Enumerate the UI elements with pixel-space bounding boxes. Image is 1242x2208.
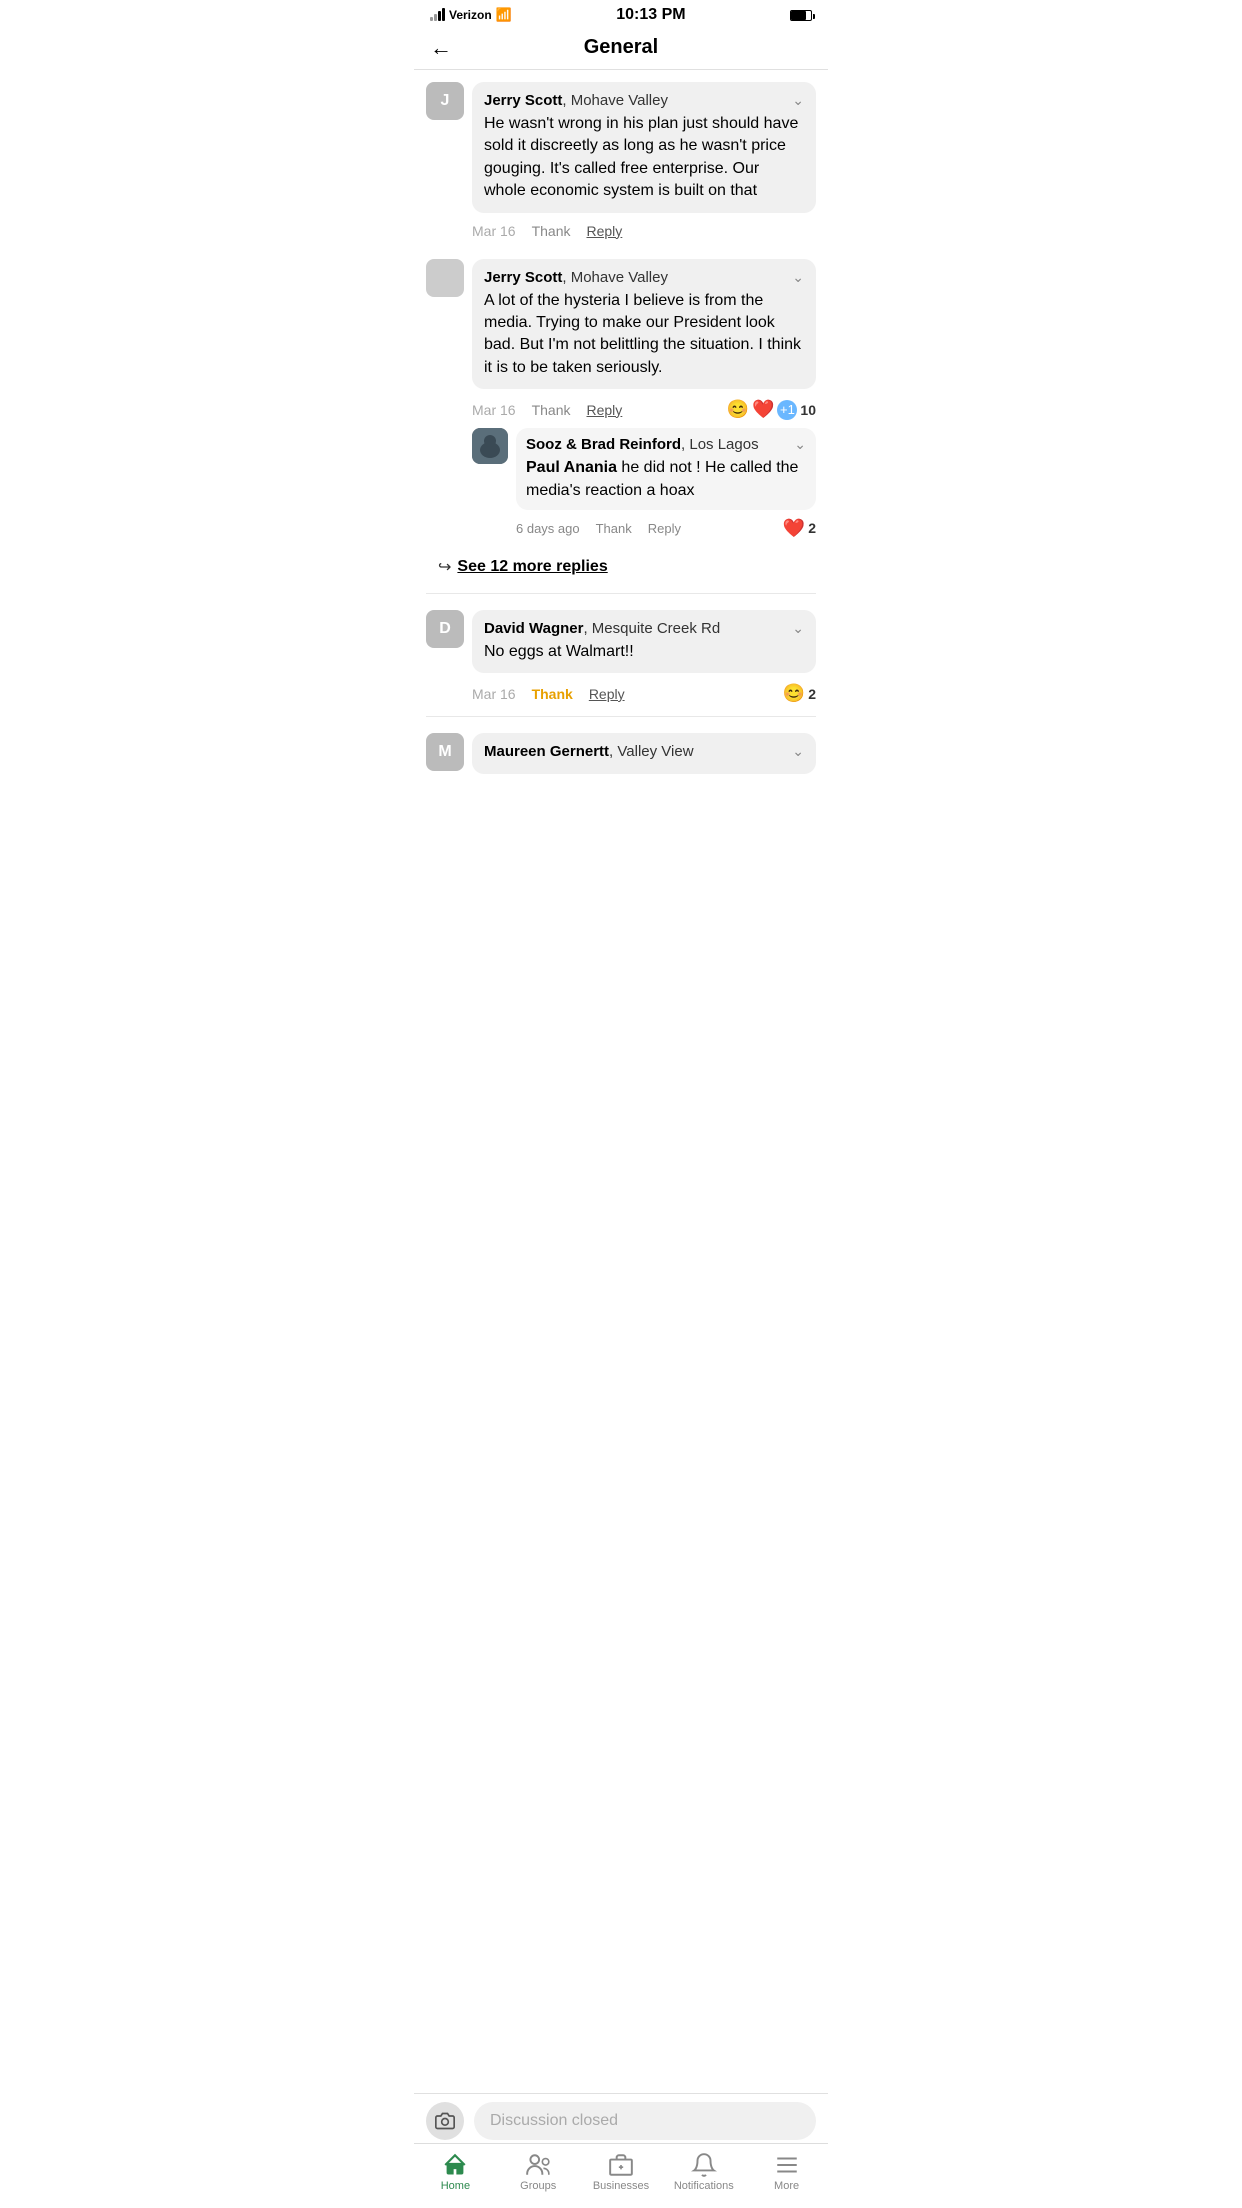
chevron-down-icon[interactable]: ⌄ (794, 436, 806, 453)
avatar: M (426, 733, 464, 771)
comment-bubble: Jerry Scott, Mohave Valley ⌄ He wasn't w… (472, 82, 816, 213)
reply-text: Paul Anania he did not ! He called the m… (526, 457, 806, 502)
chevron-down-icon[interactable]: ⌄ (792, 269, 804, 286)
reply-actions: 6 days ago Thank Reply ❤️ 2 (472, 514, 816, 545)
comment-text: He wasn't wrong in his plan just should … (484, 113, 804, 203)
reply-button[interactable]: Reply (589, 686, 625, 702)
divider (426, 593, 816, 594)
businesses-icon (608, 2152, 634, 2178)
header: ← General (414, 28, 828, 70)
reactions: 😊 2 (783, 683, 816, 704)
reply-date: 6 days ago (516, 521, 580, 536)
avatar-image (472, 428, 508, 464)
nav-more[interactable]: More (757, 2152, 817, 2192)
reaction-count: 2 (808, 520, 816, 536)
emoji-smiley: 😊 (727, 399, 749, 420)
reply-button[interactable]: Reply (587, 223, 623, 239)
reply-item: Sooz & Brad Reinford, Los Lagos ⌄ Paul A… (472, 428, 816, 510)
comment-actions: Mar 16 Thank Reply 😊 2 (426, 677, 816, 712)
more-icon (774, 2152, 800, 2178)
divider (426, 716, 816, 717)
comment-list: J Jerry Scott, Mohave Valley ⌄ He wasn't… (414, 70, 828, 878)
thank-button[interactable]: Thank (532, 686, 573, 702)
comment-text: No eggs at Walmart!! (484, 641, 804, 663)
reaction-count: 2 (808, 686, 816, 702)
status-left: Verizon 📶 (430, 7, 512, 23)
nav-groups[interactable]: Groups (508, 2152, 568, 2192)
nav-businesses-label: Businesses (593, 2180, 649, 2192)
input-bar: Discussion closed (414, 2093, 828, 2148)
nested-replies: Sooz & Brad Reinford, Los Lagos ⌄ Paul A… (472, 428, 816, 545)
page-title: General (584, 36, 658, 59)
comment-date: Mar 16 (472, 402, 516, 418)
arrow-icon: ↪ (438, 557, 451, 577)
reaction-count: 10 (800, 402, 816, 418)
see-more-link[interactable]: See 12 more replies (457, 558, 607, 576)
nav-notifications-label: Notifications (674, 2180, 734, 2192)
bottom-nav: Home Groups Businesses Notifications (414, 2143, 828, 2208)
comment-bubble: David Wagner, Mesquite Creek Rd ⌄ No egg… (472, 610, 816, 673)
status-bar: Verizon 📶 10:13 PM (414, 0, 828, 28)
nav-businesses[interactable]: Businesses (591, 2152, 651, 2192)
emoji-plus1: +1 (777, 400, 797, 420)
nav-more-label: More (774, 2180, 799, 2192)
reactions: 😊 ❤️ +1 10 (727, 399, 816, 420)
avatar: D (426, 610, 464, 648)
camera-button[interactable] (426, 2102, 464, 2140)
avatar: J (426, 82, 464, 120)
comment-author: David Wagner, Mesquite Creek Rd (484, 620, 720, 637)
avatar (472, 428, 508, 464)
thank-button[interactable]: Thank (532, 402, 571, 418)
comment-author: Maureen Gernertt, Valley View (484, 743, 694, 760)
nav-home-label: Home (441, 2180, 470, 2192)
thank-button[interactable]: Thank (532, 223, 571, 239)
comment-item: J Jerry Scott, Mohave Valley ⌄ He wasn't… (414, 70, 828, 247)
notifications-icon (691, 2152, 717, 2178)
reply-bubble: Sooz & Brad Reinford, Los Lagos ⌄ Paul A… (516, 428, 816, 510)
comment-item: M Maureen Gernertt, Valley View ⌄ (414, 721, 828, 774)
comment-author: Jerry Scott, Mohave Valley (484, 269, 668, 286)
groups-icon (525, 2152, 551, 2178)
home-icon (442, 2152, 468, 2178)
emoji-smiley: 😊 (783, 683, 805, 704)
comment-actions: Mar 16 Thank Reply 😊 ❤️ +1 10 (426, 393, 816, 428)
see-more-replies[interactable]: ↪ See 12 more replies (426, 549, 816, 589)
chevron-down-icon[interactable]: ⌄ (792, 92, 804, 109)
comment-text: A lot of the hysteria I believe is from … (484, 290, 804, 380)
nav-groups-label: Groups (520, 2180, 556, 2192)
signal-icon (430, 9, 445, 21)
comment-bubble: Jerry Scott, Mohave Valley ⌄ A lot of th… (472, 259, 816, 390)
comment-bubble: Maureen Gernertt, Valley View ⌄ (472, 733, 816, 774)
status-time: 10:13 PM (616, 6, 685, 24)
discussion-closed-field: Discussion closed (474, 2102, 816, 2140)
camera-icon (435, 2111, 455, 2131)
reactions: ❤️ 2 (783, 518, 816, 539)
comment-date: Mar 16 (472, 223, 516, 239)
reply-author: Sooz & Brad Reinford, Los Lagos (526, 436, 759, 453)
nav-notifications[interactable]: Notifications (674, 2152, 734, 2192)
emoji-heart: ❤️ (783, 518, 805, 539)
chevron-down-icon[interactable]: ⌄ (792, 620, 804, 637)
battery-icon (790, 8, 812, 22)
chevron-down-icon[interactable]: ⌄ (792, 743, 804, 760)
avatar (426, 259, 464, 297)
emoji-heart: ❤️ (752, 399, 774, 420)
reply-button[interactable]: Reply (587, 402, 623, 418)
back-button[interactable]: ← (430, 35, 452, 61)
comment-author: Jerry Scott, Mohave Valley (484, 92, 668, 109)
comment-date: Mar 16 (472, 686, 516, 702)
comment-item: Jerry Scott, Mohave Valley ⌄ A lot of th… (414, 247, 828, 589)
thank-button[interactable]: Thank (596, 521, 632, 536)
carrier-label: Verizon (449, 8, 492, 22)
comment-actions: Mar 16 Thank Reply (426, 217, 816, 247)
wifi-icon: 📶 (496, 7, 512, 23)
reply-button[interactable]: Reply (648, 521, 681, 536)
nav-home[interactable]: Home (425, 2152, 485, 2192)
comment-item: D David Wagner, Mesquite Creek Rd ⌄ No e… (414, 598, 828, 712)
